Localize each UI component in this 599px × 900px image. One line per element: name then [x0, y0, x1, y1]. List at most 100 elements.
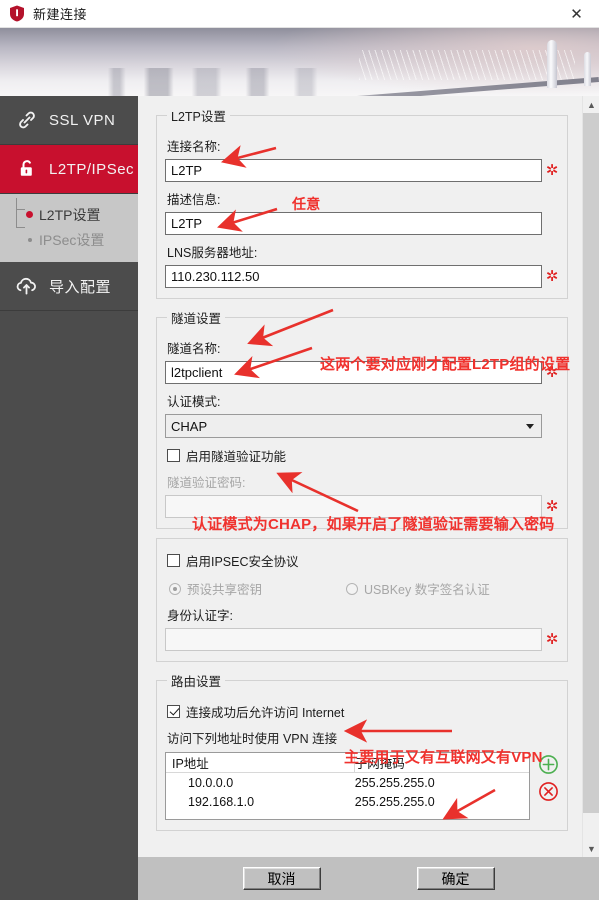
header-banner-image [0, 28, 599, 96]
active-dot-icon [26, 211, 33, 218]
vpn-address-list-label: 访问下列地址时使用 VPN 连接 [167, 732, 338, 746]
banner-bridge-pylon [547, 40, 557, 88]
inactive-dot-icon [27, 237, 32, 242]
description-input[interactable] [165, 212, 542, 235]
tunnel-password-row: ✲ [165, 495, 559, 518]
dialog-footer: 取消 确定 [138, 857, 599, 900]
close-icon[interactable]: ✕ [554, 0, 599, 27]
required-asterisk: ✲ [545, 364, 559, 381]
route-table-buttons [538, 752, 559, 808]
checkbox-box-icon [167, 449, 180, 462]
tunnel-name-label: 隧道名称: [167, 342, 221, 356]
chain-link-icon [14, 108, 39, 133]
identity-auth-row: ✲ [165, 628, 559, 651]
checkbox-box-icon [167, 705, 180, 718]
lns-server-input[interactable] [165, 265, 542, 288]
tunnel-password-input[interactable] [165, 495, 542, 518]
cancel-button[interactable]: 取消 [242, 867, 321, 890]
auth-mode-row: CHAP ✲ [165, 414, 559, 438]
auth-mode-label: 认证模式: [167, 395, 221, 409]
sidebar-subitem-label: L2TP设置 [39, 206, 101, 223]
sidebar-subitem-label: IPSec设置 [39, 231, 105, 248]
enable-tunnel-auth-checkbox[interactable]: 启用隧道验证功能 [167, 446, 559, 465]
sidebar-subitem-ipsec-settings[interactable]: IPSec设置 [0, 227, 138, 252]
delete-circle-icon[interactable] [538, 781, 559, 802]
cell-ip: 10.0.0.0 [188, 775, 234, 790]
tunnel-settings-group: 隧道设置 隧道名称: ✲ 认证模式: CHAP ✲ 启用隧道验证功能 [156, 308, 568, 529]
sidebar-subnav: L2TP设置 IPSec设置 [0, 194, 138, 262]
cell-mask: 255.255.255.0 [354, 775, 435, 790]
route-table-header: IP地址 子网掩码 [166, 753, 529, 773]
table-row[interactable]: 10.0.0.0 255.255.255.0 [166, 773, 529, 792]
description-row: ✲ [165, 212, 559, 235]
ipsec-settings-group: 启用IPSEC安全协议 预设共享密钥 USBKey 数字签名认证 身份认证字: [156, 538, 568, 662]
required-asterisk: ✲ [545, 498, 559, 515]
enable-tunnel-auth-label: 启用隧道验证功能 [186, 450, 287, 464]
sidebar-item-ssl-vpn[interactable]: SSL VPN [0, 96, 138, 145]
add-circle-icon[interactable] [538, 754, 559, 775]
ipsec-auth-radio-group: 预设共享密钥 USBKey 数字签名认证 [169, 579, 559, 598]
tunnel-group-legend: 隧道设置 [171, 312, 222, 326]
sidebar-item-label: 导入配置 [49, 278, 112, 296]
required-asterisk: ✲ [545, 268, 559, 285]
description-label: 描述信息: [167, 193, 221, 207]
route-settings-group: 路由设置 连接成功后允许访问 Internet 访问下列地址时使用 VPN 连接… [156, 671, 568, 831]
connection-name-input[interactable] [165, 159, 542, 182]
radio-usbkey[interactable]: USBKey 数字签名认证 [346, 579, 490, 598]
l2tp-group-legend: L2TP设置 [171, 110, 226, 124]
checkbox-box-icon [167, 554, 180, 567]
vertical-scrollbar[interactable]: ▲ ▼ [582, 96, 599, 857]
title-bar: 新建连接 ✕ [0, 0, 599, 28]
connection-name-label: 连接名称: [167, 140, 221, 154]
new-connection-dialog: 新建连接 ✕ SSL VPN L2TP/IPSec L2TP设置 IPSec设置… [0, 0, 599, 900]
scrollbar-thumb[interactable] [583, 113, 599, 813]
enable-ipsec-label: 启用IPSEC安全协议 [186, 555, 299, 569]
banner-bridge-pylon-2 [584, 52, 591, 86]
cell-mask: 255.255.255.0 [354, 794, 435, 809]
sidebar-item-label: L2TP/IPSec [49, 160, 135, 178]
enable-ipsec-checkbox[interactable]: 启用IPSEC安全协议 [167, 551, 559, 570]
auth-mode-select[interactable]: CHAP [165, 414, 542, 438]
ok-button[interactable]: 确定 [416, 867, 495, 890]
sidebar: SSL VPN L2TP/IPSec L2TP设置 IPSec设置 导入配置 [0, 96, 138, 900]
tunnel-name-input[interactable] [165, 361, 542, 384]
sidebar-item-import-config[interactable]: 导入配置 [0, 262, 138, 311]
allow-internet-label: 连接成功后允许访问 Internet [186, 706, 345, 720]
lns-server-label: LNS服务器地址: [167, 246, 258, 260]
tunnel-password-label: 隧道验证密码: [167, 476, 246, 490]
radio-preshared-key-label: 预设共享密钥 [187, 583, 263, 597]
chevron-down-icon [526, 424, 534, 429]
auth-mode-selected-value: CHAP [171, 418, 208, 434]
connection-name-row: ✲ [165, 159, 559, 182]
radio-button-icon [346, 582, 359, 595]
route-table[interactable]: IP地址 子网掩码 10.0.0.0 255.255.255.0 192.168… [165, 752, 530, 820]
required-asterisk: ✲ [545, 162, 559, 179]
identity-auth-label: 身份认证字: [167, 609, 233, 623]
settings-form: L2TP设置 连接名称: ✲ 描述信息: ✲ LNS服务器地址: ✲ [138, 96, 582, 857]
route-group-legend: 路由设置 [171, 675, 222, 689]
sidebar-item-label: SSL VPN [49, 111, 116, 129]
lock-icon [14, 157, 39, 182]
tunnel-name-row: ✲ [165, 361, 559, 384]
sidebar-subitem-l2tp-settings[interactable]: L2TP设置 [0, 202, 138, 227]
window-title: 新建连接 [33, 7, 88, 22]
banner-bridge-cables [359, 50, 576, 80]
scroll-up-arrow-icon[interactable]: ▲ [583, 96, 599, 113]
cell-ip: 192.168.1.0 [188, 794, 255, 809]
column-header-mask: 子网掩码 [354, 757, 405, 771]
scroll-down-arrow-icon[interactable]: ▼ [583, 840, 599, 857]
route-table-wrap: IP地址 子网掩码 10.0.0.0 255.255.255.0 192.168… [165, 752, 559, 820]
l2tp-settings-group: L2TP设置 连接名称: ✲ 描述信息: ✲ LNS服务器地址: ✲ [156, 106, 568, 299]
radio-usbkey-label: USBKey 数字签名认证 [364, 583, 490, 597]
allow-internet-checkbox[interactable]: 连接成功后允许访问 Internet [167, 702, 559, 721]
radio-button-icon [169, 582, 181, 595]
shield-icon [9, 5, 25, 22]
identity-auth-input[interactable] [165, 628, 542, 651]
radio-preshared-key[interactable]: 预设共享密钥 [169, 579, 262, 598]
table-row[interactable]: 192.168.1.0 255.255.255.0 [166, 792, 529, 811]
settings-content-pane: L2TP设置 连接名称: ✲ 描述信息: ✲ LNS服务器地址: ✲ [138, 96, 599, 857]
sidebar-item-l2tp-ipsec[interactable]: L2TP/IPSec [0, 145, 138, 194]
column-header-ip: IP地址 [166, 753, 355, 772]
cloud-upload-icon [14, 274, 39, 299]
required-asterisk: ✲ [545, 631, 559, 648]
